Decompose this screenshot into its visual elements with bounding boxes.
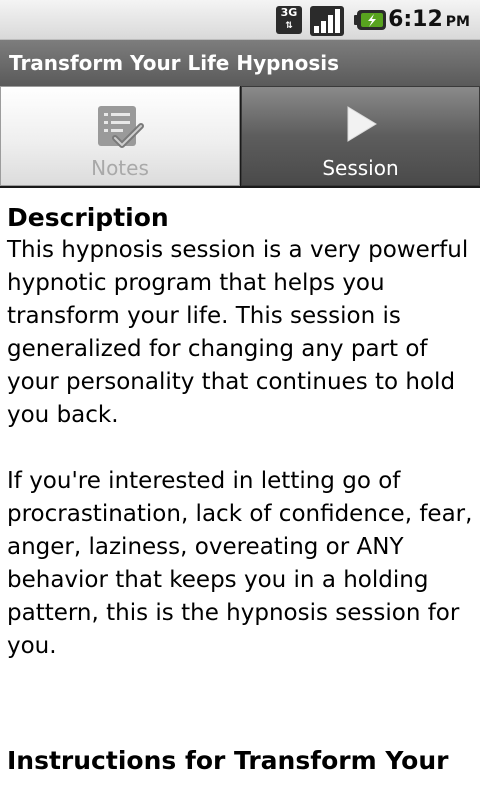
- status-bar: 3G ⇅ 6:12 PM: [0, 0, 480, 40]
- description-content: Description This hypnosis session is a v…: [7, 190, 473, 777]
- clock-time: 6:12: [388, 7, 443, 32]
- tab-session[interactable]: Session: [241, 86, 480, 186]
- play-icon: [347, 106, 377, 142]
- 3g-icon: 3G ⇅: [276, 6, 302, 34]
- description-paragraph-1: This hypnosis session is a very powerful…: [7, 237, 469, 428]
- app-title-bar: Transform Your Life Hypnosis: [0, 40, 480, 86]
- description-paragraph-2: If you're interested in letting go of pr…: [7, 468, 473, 659]
- notes-checklist-icon: [98, 106, 144, 148]
- tab-bar: Notes Session: [0, 86, 480, 188]
- tab-notes-label: Notes: [91, 156, 149, 180]
- app-title: Transform Your Life Hypnosis: [9, 51, 340, 75]
- tab-notes[interactable]: Notes: [0, 86, 240, 186]
- tab-session-label: Session: [322, 156, 399, 180]
- description-heading: Description: [7, 203, 169, 232]
- instructions-heading: Instructions for Transform Your: [7, 746, 449, 775]
- signal-icon: [310, 6, 344, 36]
- clock-ampm: PM: [445, 14, 470, 30]
- data-arrows-icon: ⇅: [285, 21, 293, 31]
- battery-icon: [354, 10, 386, 30]
- network-type-label: 3G: [280, 6, 298, 19]
- status-clock: 6:12 PM: [388, 5, 470, 37]
